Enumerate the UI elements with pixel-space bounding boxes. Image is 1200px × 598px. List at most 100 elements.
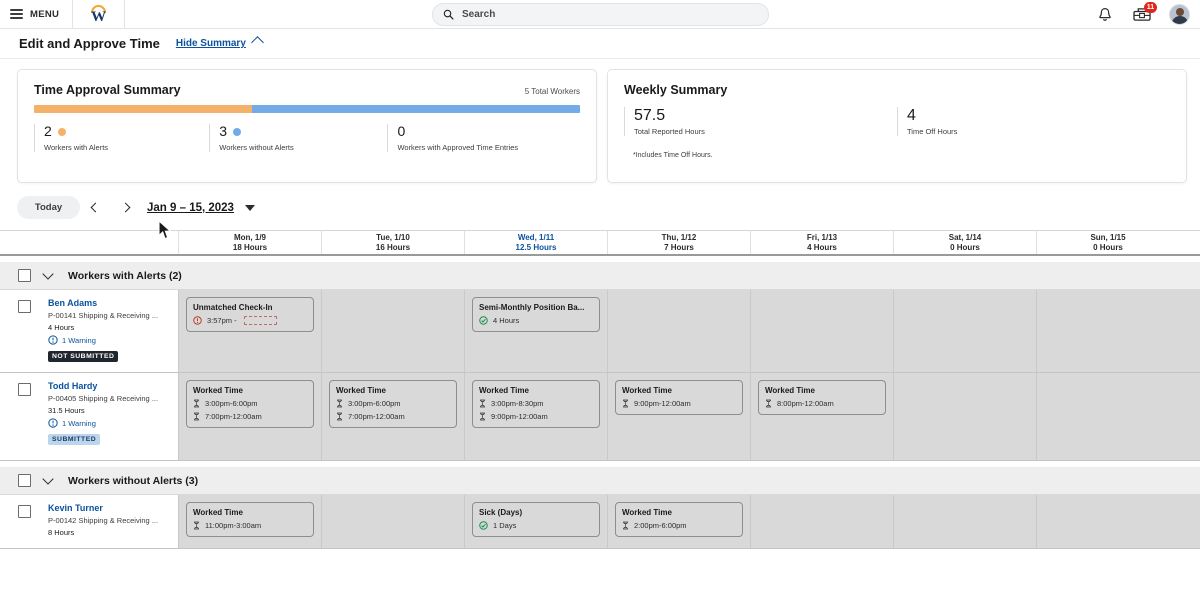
stat-label: Time Off Hours <box>907 127 958 136</box>
day-cell-0[interactable]: Worked Time 3:00pm-6:00pm 7:00pm-12:00am <box>178 373 321 460</box>
time-entry-card[interactable]: Worked Time 8:00pm-12:00am <box>758 380 886 415</box>
day-cell-4[interactable] <box>750 290 893 372</box>
time-entry-title: Unmatched Check-In <box>193 303 273 312</box>
time-entry-value: 3:00pm-6:00pm <box>205 399 258 408</box>
group-select-checkbox[interactable] <box>18 474 31 487</box>
time-entry-card[interactable]: Sick (Days) 1 Days <box>472 502 600 537</box>
card-title: Weekly Summary <box>624 83 728 97</box>
summary-cards: Time Approval Summary 5 Total Workers 2 … <box>0 59 1200 240</box>
row-select-checkbox[interactable] <box>18 505 31 518</box>
time-entry-title: Worked Time <box>622 386 672 395</box>
time-entry-line: 4 Hours <box>479 316 593 325</box>
grid-column-header-0: Mon, 1/9 18 Hours <box>178 231 321 254</box>
column-day-label: Tue, 1/10 <box>376 233 410 242</box>
stat-workers-approved: 0 Workers with Approved Time Entries <box>387 124 580 152</box>
time-entry-card[interactable]: Worked Time 11:00pm-3:00am <box>186 502 314 537</box>
missing-checkout-placeholder[interactable] <box>243 316 277 325</box>
day-cell-1[interactable] <box>321 290 464 372</box>
worker-warning[interactable]: 1 Warning <box>48 418 172 428</box>
time-entry-card[interactable]: Worked Time 3:00pm-6:00pm 7:00pm-12:00am <box>186 380 314 428</box>
worker-name-link[interactable]: Kevin Turner <box>48 503 172 513</box>
day-cell-1[interactable] <box>321 495 464 548</box>
next-week-button[interactable] <box>110 196 140 220</box>
total-workers-label: 5 Total Workers <box>524 87 580 96</box>
day-cell-6[interactable] <box>1036 373 1179 460</box>
group-select-checkbox[interactable] <box>18 269 31 282</box>
time-entry-card[interactable]: Unmatched Check-In 3:57pm - <box>186 297 314 332</box>
stat-total-reported-hours: 57.5 Total Reported Hours <box>624 107 897 136</box>
day-cell-2[interactable]: Worked Time 3:00pm-8:30pm 9:00pm-12:00am <box>464 373 607 460</box>
day-cell-0[interactable]: Unmatched Check-In 3:57pm - <box>178 290 321 372</box>
group-header: Workers with Alerts (2) <box>0 262 1200 290</box>
time-entry-card[interactable]: Worked Time 9:00pm-12:00am <box>615 380 743 415</box>
day-cell-6[interactable] <box>1036 495 1179 548</box>
day-cell-4[interactable]: Worked Time 8:00pm-12:00am <box>750 373 893 460</box>
day-cell-4[interactable] <box>750 495 893 548</box>
legend-dot-orange-icon <box>57 127 66 136</box>
worker-info-cell: Ben Adams P-00141 Shipping & Receiving ..… <box>48 290 178 372</box>
notifications-button[interactable] <box>1095 5 1115 25</box>
day-cell-2[interactable]: Semi-Monthly Position Ba... 4 Hours <box>464 290 607 372</box>
day-cell-1[interactable]: Worked Time 3:00pm-6:00pm 7:00pm-12:00am <box>321 373 464 460</box>
bell-icon <box>1099 7 1111 21</box>
chevron-down-icon[interactable] <box>42 268 54 280</box>
workday-logo-button[interactable]: W <box>73 0 126 29</box>
time-entry-card[interactable]: Worked Time 2:00pm-6:00pm <box>615 502 743 537</box>
worker-row: Todd Hardy P-00405 Shipping & Receiving .… <box>0 373 1200 461</box>
time-entry-line: 3:00pm-6:00pm <box>193 399 307 408</box>
day-cell-6[interactable] <box>1036 290 1179 372</box>
column-hours-label: 12.5 Hours <box>515 243 557 252</box>
row-select-checkbox[interactable] <box>18 300 31 313</box>
day-cell-5[interactable] <box>893 373 1036 460</box>
time-entry-line: 3:00pm-6:00pm <box>336 399 450 408</box>
chevron-down-icon[interactable] <box>42 473 54 485</box>
date-range-label[interactable]: Jan 9 – 15, 2023 <box>147 202 234 214</box>
inbox-button[interactable]: 11 <box>1132 1 1157 25</box>
hourglass-icon <box>194 399 199 408</box>
previous-week-button[interactable] <box>80 196 110 220</box>
time-entry-title: Worked Time <box>193 386 243 395</box>
avatar[interactable] <box>1169 4 1190 25</box>
day-cell-0[interactable]: Worked Time 11:00pm-3:00am <box>178 495 321 548</box>
time-entry-card[interactable]: Semi-Monthly Position Ba... 4 Hours <box>472 297 600 332</box>
search-field-wrap: Search <box>432 3 769 26</box>
time-entry-line: 7:00pm-12:00am <box>193 412 307 421</box>
row-select-checkbox[interactable] <box>18 383 31 396</box>
time-entry-title: Worked Time <box>622 508 672 517</box>
worker-warning[interactable]: 1 Warning <box>48 335 172 345</box>
time-entry-title: Sick (Days) <box>479 508 523 517</box>
time-entry-value: 4 Hours <box>493 316 520 325</box>
check-circle-icon <box>479 316 488 325</box>
day-cell-3[interactable]: Worked Time 2:00pm-6:00pm <box>607 495 750 548</box>
column-day-label: Sat, 1/14 <box>948 233 982 242</box>
day-cell-2[interactable]: Sick (Days) 1 Days <box>464 495 607 548</box>
hide-summary-button[interactable]: Hide Summary <box>176 35 264 49</box>
search-input[interactable]: Search <box>432 3 769 26</box>
time-entry-card[interactable]: Worked Time 3:00pm-8:30pm 9:00pm-12:00am <box>472 380 600 428</box>
caret-down-icon[interactable] <box>244 204 255 211</box>
day-cell-3[interactable]: Worked Time 9:00pm-12:00am <box>607 373 750 460</box>
day-cell-5[interactable] <box>893 495 1036 548</box>
time-entry-card[interactable]: Worked Time 3:00pm-6:00pm 7:00pm-12:00am <box>329 380 457 428</box>
column-day-label: Fri, 1/13 <box>806 233 838 242</box>
menu-button[interactable]: MENU <box>0 0 74 29</box>
time-entry-value: 7:00pm-12:00am <box>348 412 405 421</box>
grid-column-headers: Mon, 1/9 18 Hours Tue, 1/10 16 Hours Wed, 1/… <box>0 230 1200 256</box>
day-cell-5[interactable] <box>893 290 1036 372</box>
weekly-summary-card: Weekly Summary 57.5 Total Reported Hours… <box>607 69 1187 183</box>
clock-warning-icon <box>48 335 58 345</box>
grid-body: Workers with Alerts (2) Ben Adams P-00141 … <box>0 262 1200 549</box>
column-hours-label: 16 Hours <box>375 243 411 252</box>
worker-warning-label: 1 Warning <box>62 418 96 428</box>
chevron-left-icon <box>90 202 100 213</box>
worker-row: Ben Adams P-00141 Shipping & Receiving ..… <box>0 290 1200 373</box>
group-label: Workers with Alerts (2) <box>68 269 182 282</box>
today-button[interactable]: Today <box>17 196 80 219</box>
time-entry-title: Worked Time <box>193 508 243 517</box>
worker-name-link[interactable]: Ben Adams <box>48 298 172 308</box>
stat-value: 0 <box>397 123 406 139</box>
worker-name-link[interactable]: Todd Hardy <box>48 381 172 391</box>
day-cell-3[interactable] <box>607 290 750 372</box>
time-entry-title: Worked Time <box>336 386 386 395</box>
stat-label: Workers without Alerts <box>219 143 294 152</box>
